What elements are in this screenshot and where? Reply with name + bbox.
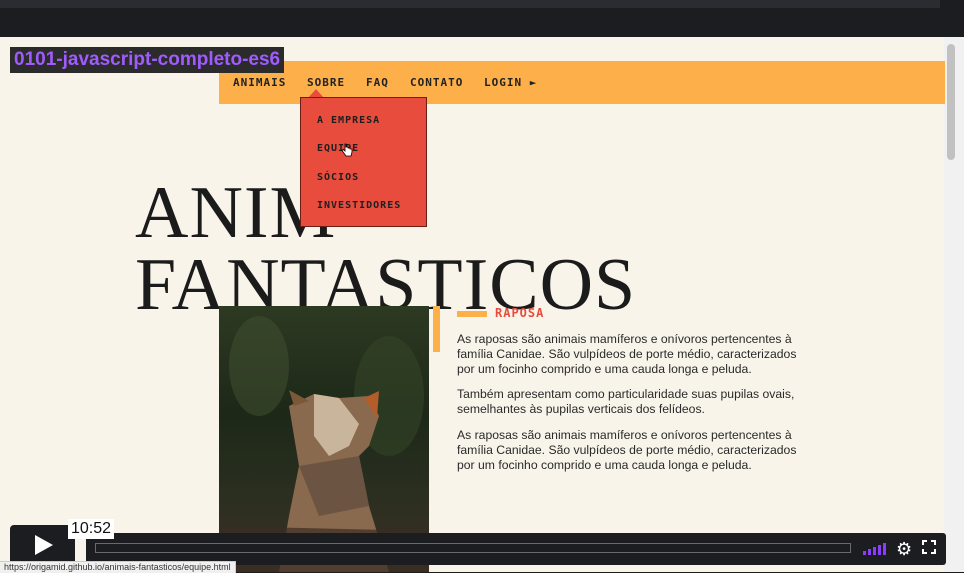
hand-cursor-icon: [341, 143, 353, 157]
gear-icon[interactable]: ⚙: [896, 539, 912, 559]
play-button[interactable]: [10, 525, 75, 565]
section-dash: [457, 311, 487, 317]
paragraph-1: As raposas são animais mamíferos e onívo…: [457, 332, 797, 376]
timecode: 10:52: [68, 519, 115, 539]
dropdown-item-empresa[interactable]: A EMPRESA: [317, 115, 380, 126]
paragraph-2: Também apresentam como particularidade s…: [457, 387, 795, 416]
paragraph-3: As raposas são animais mamíferos e onívo…: [457, 428, 797, 472]
fullscreen-icon[interactable]: [922, 540, 936, 554]
page-viewport: ANIM FANTASTICOS: [0, 37, 944, 572]
play-icon: [35, 535, 53, 555]
section-title: RAPOSA: [495, 306, 545, 320]
sobre-dropdown: A EMPRESA EQUIPE SÓCIOS INVESTIDORES: [300, 97, 427, 227]
volume-icon[interactable]: [863, 543, 887, 555]
dropdown-item-investidores[interactable]: INVESTIDORES: [317, 200, 401, 211]
menu-item-login[interactable]: LOGIN ►: [484, 61, 537, 104]
status-url: https://origamid.github.io/animais-fanta…: [0, 561, 236, 573]
progress-bar[interactable]: [95, 543, 851, 553]
scrollbar-thumb[interactable]: [947, 44, 955, 160]
dropdown-item-socios[interactable]: SÓCIOS: [317, 172, 359, 183]
video-title[interactable]: 0101-javascript-completo-es6: [10, 47, 285, 73]
topbar-strip: [0, 0, 940, 8]
photo-accent-bar: [433, 306, 440, 352]
window-topbar: [0, 0, 964, 36]
